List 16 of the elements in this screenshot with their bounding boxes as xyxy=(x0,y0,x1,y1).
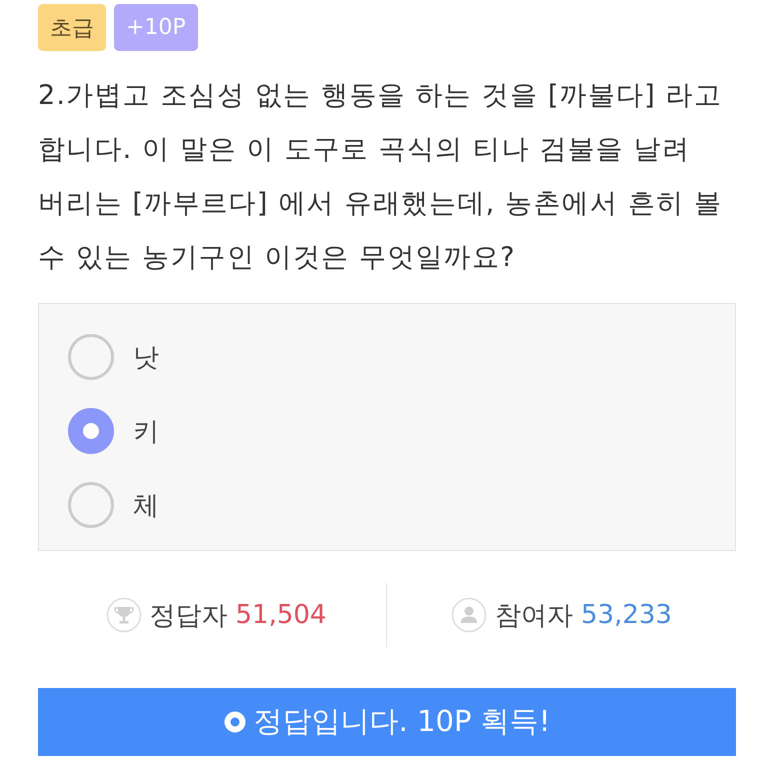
stat-count: 51,504 xyxy=(236,600,326,630)
answer-option[interactable]: 키 xyxy=(68,408,159,454)
radio-icon[interactable] xyxy=(68,482,114,528)
level-badge: 초급 xyxy=(38,4,106,51)
stat-label: 정답자 xyxy=(150,600,228,632)
answer-option[interactable]: 체 xyxy=(68,482,159,528)
stat-label: 참여자 xyxy=(495,600,573,632)
radio-icon[interactable] xyxy=(68,408,114,454)
points-badge: +10P xyxy=(114,4,198,51)
question-text: 2.가볍고 조심성 없는 행동을 하는 것을 [까불다] 라고 합니다. 이 말은 이 도구로 곡식의 티나 검불을 날려 버리는 [까부르다] 에서 유래했는데, 농촌에서 흔히 볼 수 있는 농기구인 이것은 무엇일까요? xyxy=(38,79,724,275)
trophy-icon xyxy=(106,597,142,633)
radio-icon[interactable] xyxy=(68,334,114,380)
stat-count: 53,233 xyxy=(581,600,672,630)
ring-icon xyxy=(224,711,246,733)
person-icon xyxy=(451,597,487,633)
answer-option[interactable]: 낫 xyxy=(68,334,159,380)
